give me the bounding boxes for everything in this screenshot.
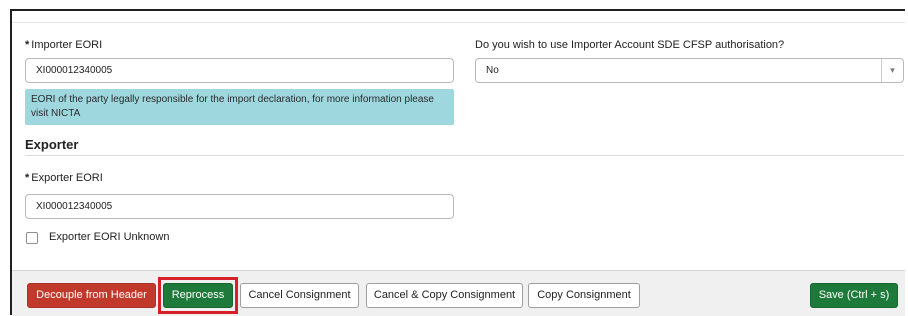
cancel-and-copy-consignment-button[interactable]: Cancel & Copy Consignment [366,283,523,308]
top-divider [12,11,905,23]
importer-eori-help-text: EORI of the party legally responsible fo… [25,89,454,125]
required-marker: * [25,39,30,51]
exporter-section-divider [25,155,904,156]
authorisation-label: Do you wish to use Importer Account SDE … [475,39,785,51]
authorisation-selected-value: No [486,65,499,76]
importer-eori-input[interactable] [25,58,454,83]
copy-consignment-button[interactable]: Copy Consignment [528,283,640,308]
reprocess-highlight-outline [158,277,238,314]
exporter-eori-unknown-checkbox[interactable] [26,232,38,244]
decouple-from-header-button[interactable]: Decouple from Header [27,283,156,308]
exporter-eori-unknown-label: Exporter EORI Unknown [49,231,170,243]
exporter-eori-label: * Exporter EORI [25,172,103,184]
exporter-eori-input[interactable] [25,194,454,219]
required-marker: * [25,172,30,184]
importer-eori-label: * Importer EORI [25,39,103,51]
save-button[interactable]: Save (Ctrl + s) [810,283,898,308]
chevron-down-icon[interactable]: ▾ [881,59,903,82]
authorisation-select[interactable]: No ▾ [475,58,904,83]
cancel-consignment-button[interactable]: Cancel Consignment [240,283,359,308]
exporter-section-title: Exporter [25,137,79,152]
